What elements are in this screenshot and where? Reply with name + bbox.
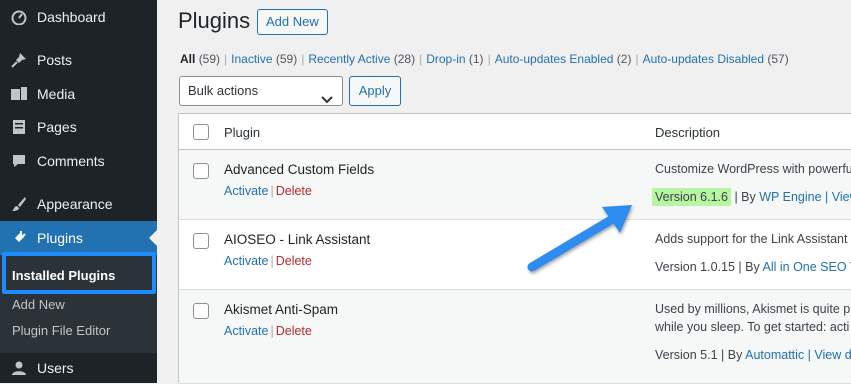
menu-item-dashboard[interactable]: Dashboard <box>0 0 157 34</box>
filter-auto-updates-disabled[interactable]: Auto-updates Disabled <box>643 52 764 66</box>
submenu-plugin-file-editor[interactable]: Plugin File Editor <box>12 323 110 338</box>
filter-count: (59) <box>276 52 297 66</box>
page-title: Plugins <box>178 8 250 34</box>
table-header: Plugin Description <box>179 114 851 150</box>
author-link[interactable]: WP Engine <box>759 190 821 204</box>
submenu-add-new[interactable]: Add New <box>12 297 65 312</box>
plugin-name: AIOSEO - Link Assistant <box>224 232 370 247</box>
menu-label: Users <box>37 360 74 376</box>
filter-count: (57) <box>767 52 788 66</box>
bulk-actions-value: Bulk actions <box>188 83 258 98</box>
view-details-link[interactable]: | View d <box>804 348 851 362</box>
plugin-meta: Version 5.1 | By Automattic | View d <box>655 348 851 362</box>
filter-count: (28) <box>394 52 415 66</box>
row-actions: Activate|Delete <box>224 254 312 268</box>
row-checkbox[interactable] <box>193 163 209 179</box>
plugin-version: Version 1.0.15 <box>655 260 735 274</box>
plugins-table: Plugin Description Advanced Custom Field… <box>178 113 851 383</box>
author-link[interactable]: Automattic <box>745 348 804 362</box>
menu-label: Dashboard <box>37 9 106 25</box>
table-row: AIOSEO - Link Assistant Activate|Delete … <box>179 220 851 290</box>
row-actions: Activate|Delete <box>224 184 312 198</box>
column-plugin[interactable]: Plugin <box>224 125 260 140</box>
plugin-name: Advanced Custom Fields <box>224 162 374 177</box>
plugin-meta: Version 6.1.6 | By WP Engine | View <box>655 190 851 204</box>
menu-item-plugins[interactable]: Plugins <box>0 221 157 255</box>
media-icon <box>9 84 29 104</box>
comment-icon <box>9 151 29 171</box>
plugin-meta: Version 1.0.15 | By All in One SEO Te <box>655 260 851 274</box>
pin-icon <box>9 50 29 70</box>
plugin-description: Used by millions, Akismet is quite p <box>655 302 850 316</box>
delete-link[interactable]: Delete <box>276 184 312 198</box>
table-row: Akismet Anti-Spam Activate|Delete Used b… <box>179 290 851 384</box>
column-description: Description <box>655 125 720 140</box>
filter-drop-in[interactable]: Drop-in <box>426 52 465 66</box>
add-new-button[interactable]: Add New <box>257 9 328 35</box>
bulk-actions-select[interactable]: Bulk actions <box>179 76 343 106</box>
activate-link[interactable]: Activate <box>224 254 268 268</box>
menu-label: Comments <box>37 153 105 169</box>
menu-item-posts[interactable]: Posts <box>0 43 157 77</box>
filter-recently-active[interactable]: Recently Active <box>308 52 390 66</box>
menu-label: Pages <box>37 119 77 135</box>
admin-sidebar: Dashboard Posts Media Pages Comments App… <box>0 0 157 383</box>
row-actions: Activate|Delete <box>224 324 312 338</box>
menu-item-pages[interactable]: Pages <box>0 110 157 144</box>
menu-label: Posts <box>37 52 72 68</box>
apply-button[interactable]: Apply <box>349 76 401 106</box>
menu-label: Media <box>37 86 75 102</box>
plugin-description: Adds support for the Link Assistant <box>655 232 847 246</box>
delete-link[interactable]: Delete <box>276 324 312 338</box>
user-icon <box>9 358 29 378</box>
filter-auto-updates-enabled[interactable]: Auto-updates Enabled <box>495 52 614 66</box>
menu-item-appearance[interactable]: Appearance <box>0 187 157 221</box>
brush-icon <box>9 194 29 214</box>
meta-by: | By <box>731 190 759 204</box>
table-row: Advanced Custom Fields Activate|Delete C… <box>179 150 851 220</box>
annotation-arrow-icon <box>520 195 650 280</box>
filter-all[interactable]: All <box>180 52 195 66</box>
installed-plugins-highlight <box>2 252 156 294</box>
activate-link[interactable]: Activate <box>224 324 268 338</box>
plugin-version: Version 6.1.6 <box>652 188 731 206</box>
filter-count: (1) <box>469 52 484 66</box>
plugin-description-line2: while you sleep. To get started: acti <box>655 320 849 334</box>
author-link[interactable]: All in One SEO Te <box>763 260 851 274</box>
plugin-name: Akismet Anti-Spam <box>224 302 338 317</box>
menu-item-users[interactable]: Users <box>0 353 157 383</box>
chevron-down-icon <box>321 86 333 114</box>
menu-label: Plugins <box>37 230 83 246</box>
menu-item-media[interactable]: Media <box>0 77 157 111</box>
delete-link[interactable]: Delete <box>276 254 312 268</box>
filter-inactive[interactable]: Inactive <box>231 52 272 66</box>
plugin-version: Version 5.1 <box>655 348 718 362</box>
view-details-link[interactable]: | View <box>822 190 851 204</box>
dashboard-icon <box>9 7 29 27</box>
meta-by: | By <box>718 348 746 362</box>
menu-item-comments[interactable]: Comments <box>0 144 157 178</box>
plugin-description: Customize WordPress with powerfu <box>655 162 851 176</box>
page-icon <box>9 117 29 137</box>
activate-link[interactable]: Activate <box>224 184 268 198</box>
plugin-status-filters: All (59)|Inactive (59)|Recently Active (… <box>180 52 789 66</box>
plug-icon <box>9 228 29 248</box>
filter-count: (59) <box>199 52 220 66</box>
select-all-checkbox[interactable] <box>193 124 209 140</box>
row-checkbox[interactable] <box>193 233 209 249</box>
menu-label: Appearance <box>37 196 113 212</box>
meta-by: | By <box>735 260 763 274</box>
row-checkbox[interactable] <box>193 303 209 319</box>
filter-count: (2) <box>617 52 632 66</box>
